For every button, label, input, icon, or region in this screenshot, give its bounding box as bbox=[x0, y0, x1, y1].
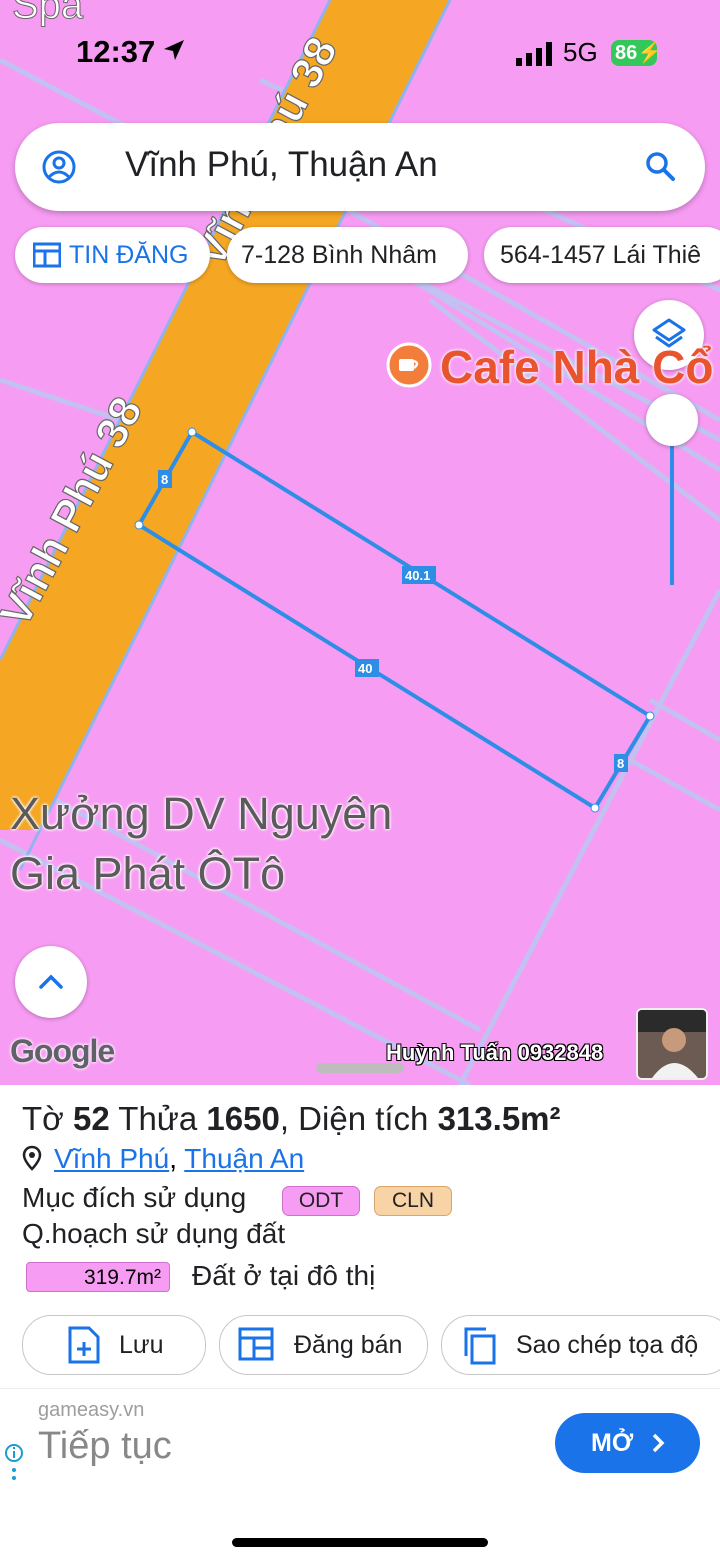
search-icon[interactable] bbox=[643, 149, 677, 183]
post-button-label: Đăng bán bbox=[294, 1331, 403, 1359]
google-logo: Google bbox=[10, 1033, 115, 1069]
copy-icon bbox=[464, 1327, 496, 1365]
copy-coordinates-button[interactable]: Sao chép tọa độ bbox=[441, 1315, 720, 1375]
ad-info-icon[interactable] bbox=[4, 1443, 24, 1483]
home-indicator[interactable] bbox=[232, 1538, 488, 1547]
opacity-slider-knob[interactable] bbox=[646, 394, 698, 446]
listing-icon bbox=[33, 242, 61, 268]
edge-label-top: 40.1 bbox=[405, 568, 430, 583]
expand-button[interactable] bbox=[15, 946, 87, 1018]
chevron-right-icon bbox=[652, 1433, 665, 1453]
selected-parcel bbox=[136, 429, 653, 811]
planning-area-badge: 319.7m² bbox=[26, 1262, 170, 1292]
title-lot-prefix: Thửa bbox=[118, 1100, 198, 1137]
network-type: 5G bbox=[563, 37, 598, 67]
edge-label-left: 8 bbox=[161, 472, 168, 487]
avatar[interactable] bbox=[636, 1008, 708, 1080]
chip-listings[interactable]: TIN ĐĂNG bbox=[15, 227, 210, 283]
watermark-text: Huỳnh Tuấn 0932848 bbox=[386, 1040, 604, 1065]
cellular-signal-icon bbox=[516, 42, 552, 66]
chip-location-2[interactable]: 564-1457 Lái Thiê bbox=[484, 227, 720, 283]
purpose-label: Mục đích sử dụng bbox=[22, 1182, 247, 1213]
avatar-image bbox=[638, 1010, 706, 1078]
ad-open-label: MỞ bbox=[591, 1429, 634, 1457]
add-file-icon bbox=[68, 1326, 100, 1364]
chip-label: 7-128 Bình Nhâm bbox=[241, 241, 437, 269]
planning-label: Q.hoạch sử dụng đất bbox=[22, 1218, 286, 1249]
parcel-title: Tờ 52 Thửa 1650, Diện tích 313.5m² bbox=[22, 1100, 561, 1138]
chip-label: TIN ĐĂNG bbox=[69, 241, 189, 269]
battery-level: 86 bbox=[615, 42, 638, 64]
sheet-drag-handle[interactable] bbox=[316, 1063, 404, 1073]
post-for-sale-button[interactable]: Đăng bán bbox=[219, 1315, 428, 1375]
save-button[interactable]: Lưu bbox=[22, 1315, 206, 1375]
purpose-tag-odt: ODT bbox=[282, 1186, 360, 1216]
chevron-up-icon bbox=[39, 974, 63, 989]
place-label-line1[interactable]: Xưởng DV Nguyên bbox=[10, 788, 392, 840]
listing-icon bbox=[238, 1327, 274, 1361]
ad-banner[interactable]: gameasy.vn Tiếp tục MỞ bbox=[0, 1388, 720, 1499]
map-view[interactable]: 8 40.1 40 8 Vĩnh Phú 38 Vĩnh Phú 38 Spa … bbox=[0, 0, 720, 1085]
ad-headline[interactable]: Tiếp tục bbox=[38, 1425, 172, 1468]
place-label-line2[interactable]: Gia Phát ÔTô bbox=[10, 848, 285, 900]
search-query[interactable]: Vĩnh Phú, Thuận An bbox=[125, 145, 438, 185]
location-arrow-icon bbox=[164, 40, 184, 60]
ad-source: gameasy.vn bbox=[38, 1399, 145, 1421]
search-bar[interactable]: Vĩnh Phú, Thuận An bbox=[15, 123, 705, 211]
purpose-tag-cln: CLN bbox=[374, 1186, 452, 1216]
edge-label-bottom: 40 bbox=[358, 661, 372, 676]
account-icon[interactable] bbox=[41, 149, 77, 185]
parcel-address: Vĩnh Phú, Thuận An bbox=[22, 1143, 304, 1175]
save-button-label: Lưu bbox=[119, 1331, 164, 1359]
opacity-slider-track[interactable] bbox=[670, 445, 674, 585]
ad-open-button[interactable]: MỞ bbox=[555, 1413, 700, 1473]
map-pin-icon bbox=[22, 1145, 42, 1171]
chip-location-1[interactable]: 7-128 Bình Nhâm bbox=[227, 227, 468, 283]
ward-link[interactable]: Vĩnh Phú bbox=[54, 1143, 169, 1174]
sheet-number: 52 bbox=[72, 1100, 110, 1137]
battery-icon: 86⚡ bbox=[611, 40, 662, 66]
district-link[interactable]: Thuận An bbox=[184, 1143, 304, 1174]
poi-label[interactable]: Cafe Nhà Cổ bbox=[440, 340, 713, 394]
status-bar: 12:37 5G 86⚡ bbox=[0, 0, 720, 100]
cafe-icon[interactable] bbox=[386, 342, 432, 388]
title-sheet-prefix: Tờ bbox=[22, 1100, 64, 1137]
parcel-area: 313.5m² bbox=[437, 1100, 561, 1137]
lot-number: 1650 bbox=[206, 1100, 280, 1137]
chip-label: 564-1457 Lái Thiê bbox=[500, 241, 702, 269]
edge-label-right: 8 bbox=[617, 756, 624, 771]
title-area-prefix: , Diện tích bbox=[279, 1100, 429, 1137]
status-time: 12:37 bbox=[76, 34, 156, 69]
copy-button-label: Sao chép tọa độ bbox=[516, 1331, 699, 1359]
planning-description: Đất ở tại đô thị bbox=[192, 1260, 376, 1291]
